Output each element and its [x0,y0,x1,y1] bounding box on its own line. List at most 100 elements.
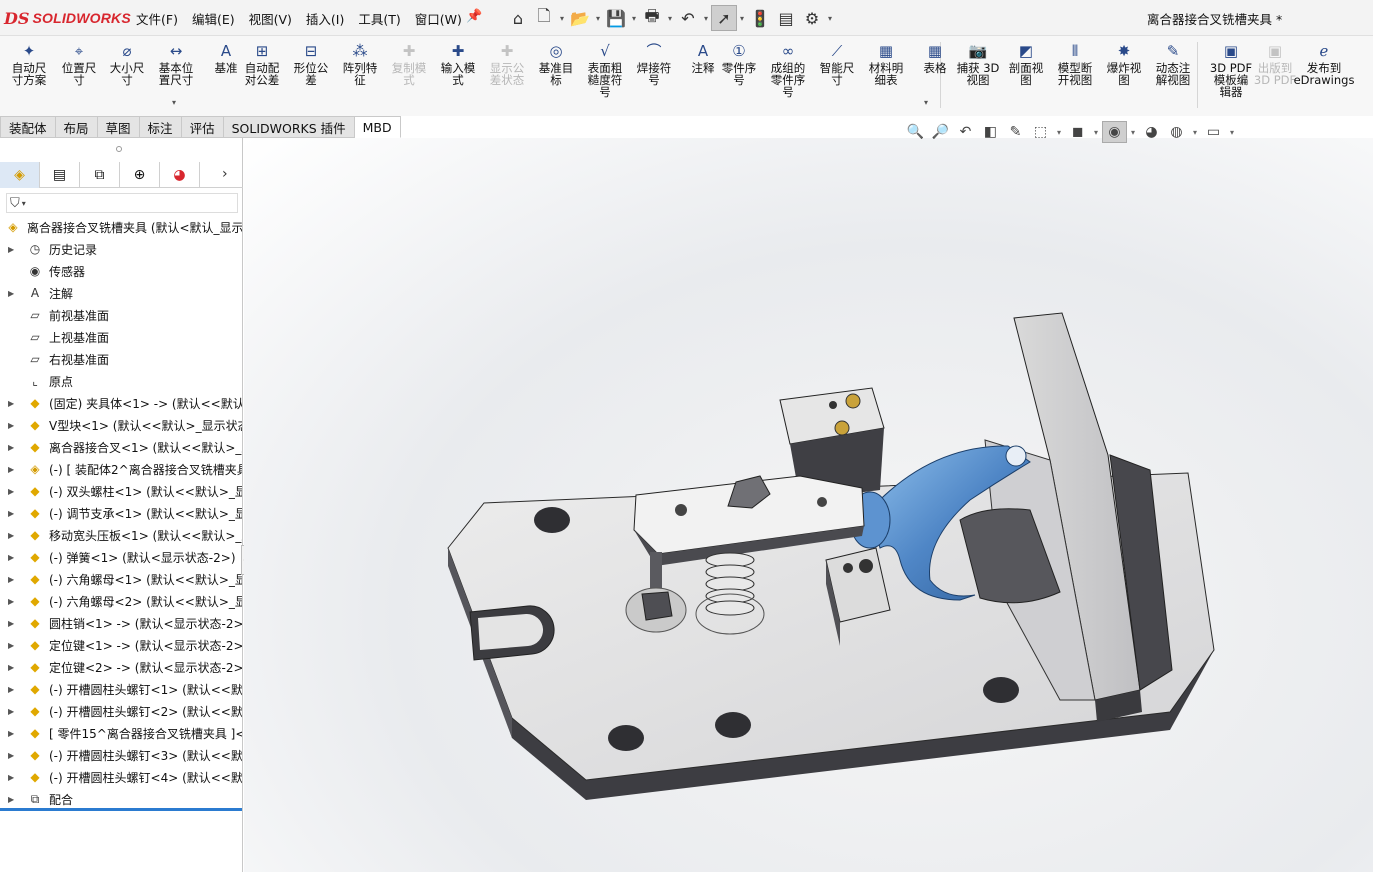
tree-node[interactable]: ⌞ 原点 [0,370,242,392]
tree-node[interactable]: ▶ ◆ 移动宽头压板<1> (默认<<默认>_显 [0,524,242,546]
tree-node[interactable]: ▶ ◆ (固定) 夹具体<1> -> (默认<<默认 [0,392,242,414]
select-pointer-icon[interactable]: ➚ [711,5,737,31]
tree-node[interactable]: ▶ ◆ (-) 弹簧<1> (默认<显示状态-2>) [0,546,242,568]
show-tolerance-status-command[interactable]: ✚ 显示公 差状态 [484,40,530,87]
auto-dimension-scheme-command[interactable]: ✦ 自动尺 寸方案 [6,40,52,87]
overflow-command-command[interactable]: S [1365,76,1373,88]
graphics-area[interactable]: 🔍 🔎 ↶ ◧ ✎ ⬚ ▾ ◼ ▾ ◉ ▾ ◕ ◍ ▾ ▭ ▾ [244,121,1373,872]
expand-arrow-icon[interactable]: ▶ [8,597,14,606]
location-dimension-command[interactable]: ⌖ 位置尺寸 [56,40,102,87]
expand-arrow-icon[interactable]: ▶ [8,553,14,562]
tree-node[interactable]: ▶ A 注解 [0,282,242,304]
pattern-feature-command[interactable]: ⁂ 阵列特征 [337,40,383,87]
tree-node[interactable]: ▶ ◆ (-) 六角螺母<1> (默认<<默认>_显 [0,568,242,590]
expand-arrow-icon[interactable]: ▶ [8,707,14,716]
tab-2[interactable]: 布局 [55,116,98,138]
publish-edrawings-command[interactable]: ℯ 发布到 eDrawings [1294,40,1355,87]
tree-node[interactable]: ▱ 前视基准面 [0,304,242,326]
menu-item[interactable]: 窗口(W) [415,9,462,28]
size-dimension-command[interactable]: ⌀ 大小尺寸 [104,40,150,87]
chevron-down-icon[interactable]: ▾ [557,14,567,23]
geometric-tolerance-command[interactable]: ⊟ 形位公差 [288,40,334,87]
expand-arrow-icon[interactable]: ▶ [8,531,14,540]
tree-node[interactable]: ▶ ◆ (-) 开槽圆柱头螺钉<1> (默认<<默 [0,678,242,700]
tab-1[interactable]: 装配体 [0,116,56,138]
tree-node[interactable]: ▱ 右视基准面 [0,348,242,370]
chevron-down-icon[interactable]: ▾ [737,14,747,23]
dynamic-annotation-hud-icon[interactable]: ✎ [1003,121,1028,143]
expand-arrow-icon[interactable]: ▶ [8,465,14,474]
file-properties-icon[interactable]: ▤ [773,5,799,31]
surface-finish-command[interactable]: √ 表面粗 糙度符号 [582,40,628,99]
balloon-command[interactable]: ① 零件序号 [716,40,762,87]
chevron-down-icon[interactable]: ▾ [629,14,639,23]
chevron-right-icon[interactable]: › [222,166,228,182]
print-icon[interactable]: 🖶 [639,5,665,31]
expand-arrow-icon[interactable]: ▶ [8,641,14,650]
menu-item[interactable]: 工具(T) [358,9,400,28]
chevron-down-icon[interactable]: ▾ [825,14,835,23]
basic-location-dimension-command[interactable]: ↔ 基本位 置尺寸 [153,40,199,87]
chevron-down-icon[interactable]: ▾ [1127,128,1139,137]
menu-item[interactable]: 视图(V) [249,9,292,28]
tree-node[interactable]: ▶ ◆ (-) 六角螺母<2> (默认<<默认>_显 [0,590,242,612]
tree-node[interactable]: ▶ ◆ (-) 开槽圆柱头螺钉<2> (默认<<默 [0,700,242,722]
expand-arrow-icon[interactable]: ▶ [8,773,14,782]
expand-arrow-icon[interactable]: ▶ [8,729,14,738]
tree-node[interactable]: ▶ ◆ 离合器接合叉<1> (默认<<默认>_显 [0,436,242,458]
chevron-down-icon[interactable]: ▾ [924,98,928,107]
previous-view-icon[interactable]: ↶ [953,121,978,143]
dimxpertmanager-icon[interactable]: ⊕ [120,162,160,188]
exploded-view-command[interactable]: ✸ 爆炸视图 [1101,40,1147,87]
weld-symbol-command[interactable]: ⌒ 焊接符号 [631,40,677,87]
tree-node[interactable]: ▶ ⧉ 配合 [0,788,242,810]
chevron-down-icon[interactable]: ▾ [1189,128,1201,137]
tree-filter[interactable]: ⛉ ▾ [6,193,238,213]
tree-node[interactable]: ▶ ◷ 历史记录 [0,238,242,260]
expand-arrow-icon[interactable]: ▶ [8,289,14,298]
tree-root-assembly[interactable]: ◈ 离合器接合叉铣槽夹具 (默认<默认_显示 [0,216,242,238]
zoom-to-area-icon[interactable]: 🔎 [928,121,953,143]
chevron-down-icon[interactable]: ▾ [1226,128,1238,137]
expand-arrow-icon[interactable]: ▶ [8,509,14,518]
menu-item[interactable]: 文件(F) [136,9,178,28]
zoom-to-fit-icon[interactable]: 🔍 [903,121,928,143]
options-gear-icon[interactable]: ⚙ [799,5,825,31]
tree-node[interactable]: ▶ ◆ (-) 开槽圆柱头螺钉<3> (默认<<默 [0,744,242,766]
tab-7[interactable]: MBD [354,116,401,138]
auto-pair-tolerance-command[interactable]: ⊞ 自动配 对公差 [239,40,285,87]
chevron-down-icon[interactable]: ▾ [665,14,675,23]
bill-of-materials-command[interactable]: ▦ 材料明 细表 [863,40,909,87]
expand-arrow-icon[interactable]: ▶ [8,663,14,672]
publish-3d-pdf-command[interactable]: ▣ 出版到 3D PDF [1252,40,1298,87]
panel-grip-handle[interactable] [116,146,122,152]
expand-arrow-icon[interactable]: ▶ [8,619,14,628]
model-break-view-command[interactable]: ⫴ 模型断 开视图 [1052,40,1098,87]
traffic-light-icon[interactable]: 🚦 [747,5,773,31]
tab-5[interactable]: 评估 [181,116,224,138]
tree-node[interactable]: ▶ ◈ (-) [ 装配体2^离合器接合叉铣槽夹具 [0,458,242,480]
tree-node[interactable]: ▶ ◆ (-) 调节支承<1> (默认<<默认>_显 [0,502,242,524]
expand-arrow-icon[interactable]: ▶ [8,575,14,584]
chevron-down-icon[interactable]: ▾ [593,14,603,23]
datum-target-command[interactable]: ◎ 基准目标 [533,40,579,87]
expand-arrow-icon[interactable]: ▶ [8,795,14,804]
expand-arrow-icon[interactable]: ▶ [8,487,14,496]
smart-dimension-command[interactable]: ⟋ 智能尺寸 [814,40,860,87]
apply-scene-icon[interactable]: ◍ [1164,121,1189,143]
menu-item[interactable]: 插入(I) [306,9,344,28]
tree-bottom-divider[interactable] [0,808,242,811]
chevron-down-icon[interactable]: ▾ [172,98,176,107]
section-view-command[interactable]: ◩ 剖面视图 [1003,40,1049,87]
tab-6[interactable]: SOLIDWORKS 插件 [223,116,355,138]
capture-3d-view-command[interactable]: 📷 捕获 3D 视图 [950,40,1006,87]
menu-item[interactable]: 编辑(E) [192,9,235,28]
chevron-down-icon[interactable]: ▾ [701,14,711,23]
tree-node[interactable]: ▶ ◆ 圆柱销<1> -> (默认<显示状态-2>) [0,612,242,634]
view-orientation-icon[interactable]: ⬚ [1028,121,1053,143]
stacked-balloon-command[interactable]: ∞ 成组的 零件序号 [765,40,811,99]
tree-node[interactable]: ▱ 上视基准面 [0,326,242,348]
tree-node[interactable]: ▶ ◆ 定位键<1> -> (默认<显示状态-2>) [0,634,242,656]
chevron-down-icon[interactable]: ▾ [1053,128,1065,137]
expand-arrow-icon[interactable]: ▶ [8,399,14,408]
